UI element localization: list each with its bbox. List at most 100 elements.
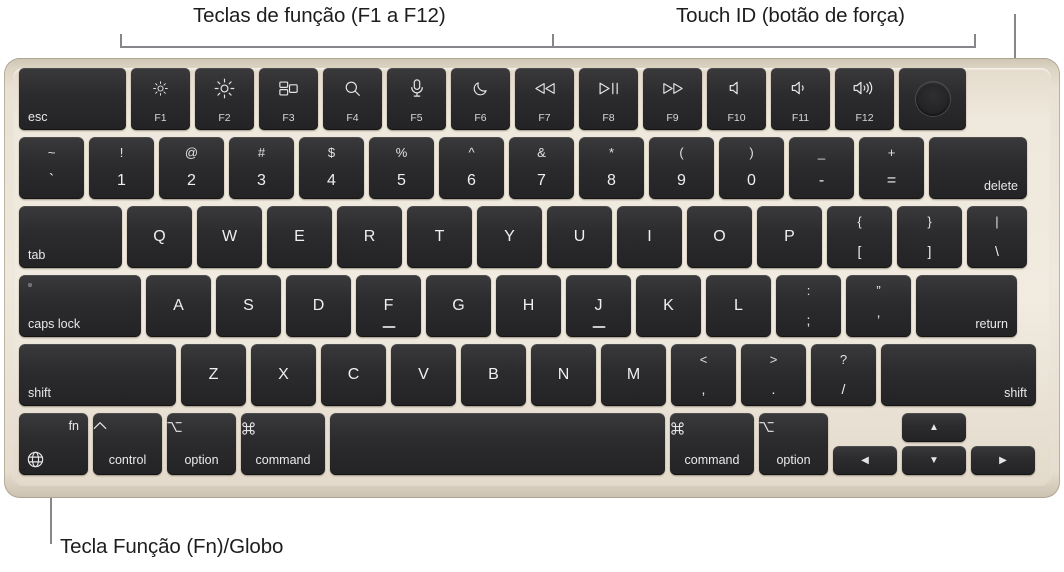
key-f10[interactable]: F10 (707, 68, 766, 130)
key-r[interactable]: R (337, 206, 402, 268)
keyboard-row-qwerty: tab Q W E R T Y U I O P{[}] | \ (13, 206, 1051, 268)
key-d[interactable]: D (286, 275, 351, 337)
key-three[interactable]: #3 (229, 137, 294, 199)
key-bracket-left[interactable]: {[ (827, 206, 892, 268)
key-two[interactable]: @2 (159, 137, 224, 199)
key-command-right[interactable]: command (670, 413, 754, 475)
key-shift-legend-seven: & (537, 145, 546, 160)
caps-lock-indicator-icon (28, 283, 32, 287)
key-option-right[interactable]: option (759, 413, 828, 475)
key-slash[interactable]: ? / (811, 344, 876, 406)
key-four[interactable]: $4 (299, 137, 364, 199)
key-z[interactable]: Z (181, 344, 246, 406)
key-f3[interactable]: F3 (259, 68, 318, 130)
key-letter-n: N (557, 366, 570, 383)
touch-id-sensor-ring[interactable] (915, 82, 950, 116)
key-space[interactable] (330, 413, 665, 475)
key-shift-right[interactable]: shift (881, 344, 1036, 406)
key-shift-legend-one: ! (119, 145, 124, 160)
key-zero[interactable]: ) 0 (719, 137, 784, 199)
callout-label-touch-id: Touch ID (botão de força) (676, 4, 905, 27)
key-fn-globe[interactable]: fn (19, 413, 88, 475)
key-f8[interactable]: F8 (579, 68, 638, 130)
key-letter-m: M (626, 366, 641, 383)
key-arrow-down[interactable]: ▼ (902, 446, 966, 475)
key-c[interactable]: C (321, 344, 386, 406)
key-letter-q: Q (153, 228, 166, 245)
key-t[interactable]: T (407, 206, 472, 268)
key-o[interactable]: O (687, 206, 752, 268)
key-letter-u: U (573, 228, 586, 245)
key-f11[interactable]: F11 (771, 68, 830, 130)
key-l[interactable]: L (706, 275, 771, 337)
key-quote[interactable]: ”’ (846, 275, 911, 337)
key-command-left[interactable]: command (241, 413, 325, 475)
key-h[interactable]: H (496, 275, 561, 337)
key-p[interactable]: P (757, 206, 822, 268)
key-f[interactable]: F (356, 275, 421, 337)
key-g[interactable]: G (426, 275, 491, 337)
key-y[interactable]: Y (477, 206, 542, 268)
key-tab[interactable]: tab (19, 206, 122, 268)
key-touch-id[interactable] (899, 68, 966, 130)
key-option-left[interactable]: option (167, 413, 236, 475)
key-six[interactable]: ^ 6 (439, 137, 504, 199)
key-f7[interactable]: F7 (515, 68, 574, 130)
key-control-left[interactable]: control (93, 413, 162, 475)
key-f9[interactable]: F9 (643, 68, 702, 130)
key-one[interactable]: ! 1 (89, 137, 154, 199)
key-x[interactable]: X (251, 344, 316, 406)
key-v[interactable]: V (391, 344, 456, 406)
key-delete[interactable]: delete (929, 137, 1027, 199)
key-backslash[interactable]: | \ (967, 206, 1027, 268)
homing-bar (592, 325, 605, 328)
arrow-left-icon: ◀ (861, 455, 869, 466)
key-esc[interactable]: esc (19, 68, 126, 130)
key-arrow-right[interactable]: ▶ (971, 446, 1035, 475)
key-f12[interactable]: F12 (835, 68, 894, 130)
key-equal[interactable]: + = (859, 137, 924, 199)
key-grave[interactable]: ~ ` (19, 137, 84, 199)
key-a[interactable]: A (146, 275, 211, 337)
key-w[interactable]: W (197, 206, 262, 268)
key-eight[interactable]: * 8 (579, 137, 644, 199)
key-arrow-up[interactable]: ▲ (902, 413, 966, 442)
key-bracket-right[interactable]: }] (897, 206, 962, 268)
key-u[interactable]: U (547, 206, 612, 268)
key-comma[interactable]: <, (671, 344, 736, 406)
arrow-up-icon: ▲ (929, 422, 939, 433)
key-semicolon[interactable]: :; (776, 275, 841, 337)
key-f4[interactable]: F4 (323, 68, 382, 130)
key-f5[interactable]: F5 (387, 68, 446, 130)
key-i[interactable]: I (617, 206, 682, 268)
key-legend-bracket-right: ] (927, 243, 932, 259)
key-arrow-left[interactable]: ◀ (833, 446, 897, 475)
key-j[interactable]: J (566, 275, 631, 337)
key-f1[interactable]: F1 (131, 68, 190, 130)
key-e[interactable]: E (267, 206, 332, 268)
key-five[interactable]: % 5 (369, 137, 434, 199)
keyboard-row-shift: shift Z X C V B N M <, >.? / shift (13, 344, 1051, 406)
volume-down-icon (771, 78, 830, 98)
key-period[interactable]: >. (741, 344, 806, 406)
key-letter-g: G (452, 297, 465, 314)
key-f2[interactable]: F2 (195, 68, 254, 130)
key-b[interactable]: B (461, 344, 526, 406)
key-shift-legend-nine: ( (679, 145, 684, 160)
key-n[interactable]: N (531, 344, 596, 406)
key-m[interactable]: M (601, 344, 666, 406)
key-minus[interactable]: _ - (789, 137, 854, 199)
volume-up-icon (835, 78, 894, 98)
key-nine[interactable]: (9 (649, 137, 714, 199)
key-return[interactable]: return (916, 275, 1017, 337)
key-shift-legend-equal: + (887, 145, 896, 160)
key-k[interactable]: K (636, 275, 701, 337)
key-f6[interactable]: F6 (451, 68, 510, 130)
key-caps-lock[interactable]: caps lock (19, 275, 141, 337)
key-legend-five: 5 (397, 172, 406, 189)
key-seven[interactable]: & 7 (509, 137, 574, 199)
key-shift-left[interactable]: shift (19, 344, 176, 406)
control-caret-icon (93, 421, 162, 430)
key-q[interactable]: Q (127, 206, 192, 268)
key-s[interactable]: S (216, 275, 281, 337)
